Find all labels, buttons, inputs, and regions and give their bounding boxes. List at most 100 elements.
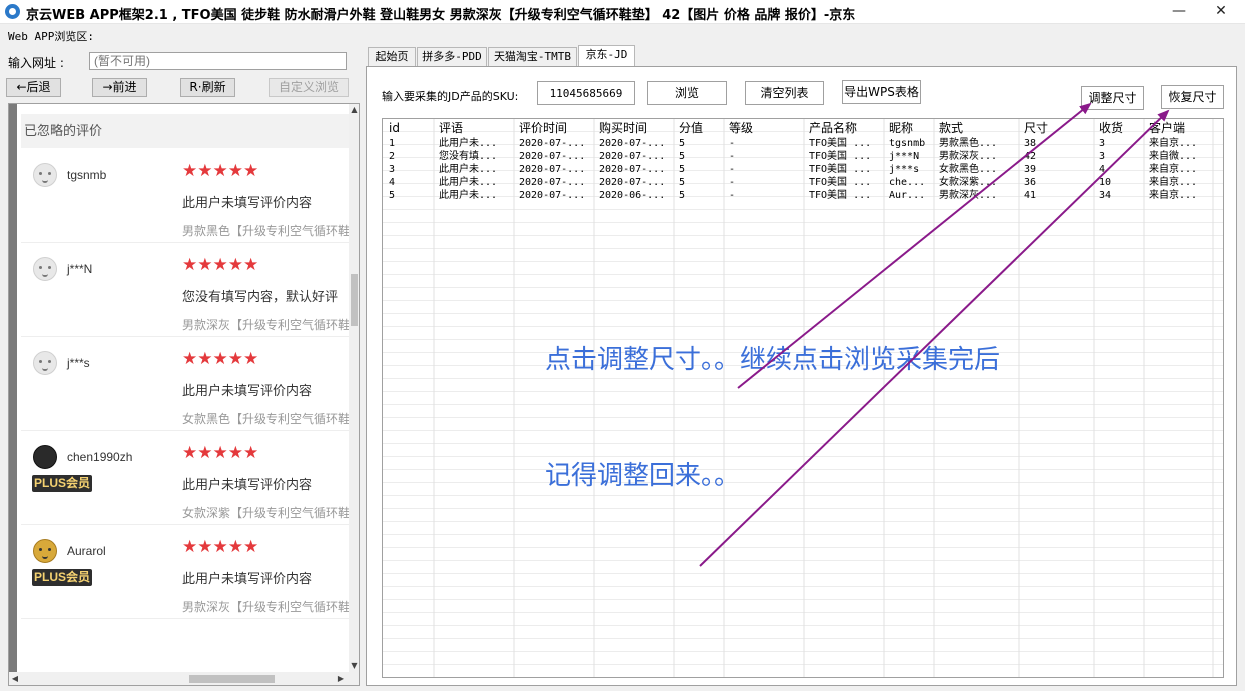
table-cell[interactable]: j***N xyxy=(889,150,919,163)
table-cell[interactable]: 5 xyxy=(679,137,685,150)
table-cell[interactable]: - xyxy=(729,189,735,202)
table-cell[interactable]: 男款深灰... xyxy=(939,150,997,163)
table-cell[interactable]: 女款黑色... xyxy=(939,163,997,176)
table-cell[interactable]: TFO美国 ... xyxy=(809,150,871,163)
column-header[interactable]: 款式 xyxy=(939,120,963,136)
table-cell[interactable]: 2020-07-... xyxy=(599,176,665,189)
forward-button[interactable]: →前进 xyxy=(92,78,147,97)
back-button[interactable]: ←后退 xyxy=(6,78,61,97)
table-cell[interactable]: 此用户未... xyxy=(439,189,497,202)
table-cell[interactable]: 2020-07-... xyxy=(599,150,665,163)
table-cell[interactable]: 女款深紫... xyxy=(939,176,997,189)
web-app-browser[interactable]: 已忽略的评价 tgsnmb ★★★★★ 此用户未填写评价内容 男款黑色【升级专利… xyxy=(8,103,360,686)
column-header[interactable]: 昵称 xyxy=(889,120,913,136)
table-cell[interactable]: 39 xyxy=(1024,163,1036,176)
table-cell[interactable]: tgsnmb xyxy=(889,137,925,150)
table-cell[interactable]: 41 xyxy=(1024,189,1036,202)
adjust-size-button[interactable]: 调整尺寸 xyxy=(1081,86,1144,110)
table-cell[interactable]: 2020-07-... xyxy=(599,137,665,150)
table-cell[interactable]: 2020-07-... xyxy=(519,189,585,202)
column-header[interactable]: 等级 xyxy=(729,120,753,136)
horizontal-scrollbar[interactable]: ◀ ▶ xyxy=(9,672,359,685)
table-cell[interactable]: 4 xyxy=(1099,163,1105,176)
table-cell[interactable]: 3 xyxy=(389,163,395,176)
table-cell[interactable]: TFO美国 ... xyxy=(809,176,871,189)
table-cell[interactable]: 此用户未... xyxy=(439,176,497,189)
url-input[interactable] xyxy=(89,52,347,70)
table-cell[interactable]: 4 xyxy=(389,176,395,189)
table-cell[interactable]: 38 xyxy=(1024,137,1036,150)
table-cell[interactable]: 2020-07-... xyxy=(519,150,585,163)
column-header[interactable]: 评价时间 xyxy=(519,120,567,136)
table-cell[interactable]: TFO美国 ... xyxy=(809,189,871,202)
tab-start[interactable]: 起始页 xyxy=(368,47,416,66)
table-cell[interactable]: 来自京... xyxy=(1149,176,1197,189)
table-cell[interactable]: 3 xyxy=(1099,137,1105,150)
vertical-scrollbar[interactable]: ▲ ▼ xyxy=(349,104,359,672)
table-cell[interactable]: 此用户未... xyxy=(439,137,497,150)
column-header[interactable]: 评语 xyxy=(439,120,463,136)
table-cell[interactable]: 2020-06-... xyxy=(599,189,665,202)
scroll-left-icon[interactable]: ◀ xyxy=(9,672,21,685)
reviews-table[interactable]: id 评语 评价时间 购买时间 分值 等级 产品名称 昵称 款式 尺寸 收货 客户端 1 此用户未... 2… xyxy=(382,118,1224,678)
table-cell[interactable]: j***s xyxy=(889,163,919,176)
table-cell[interactable]: 5 xyxy=(679,176,685,189)
restore-size-button[interactable]: 恢复尺寸 xyxy=(1161,85,1224,109)
column-header[interactable]: 收货 xyxy=(1099,120,1123,136)
table-cell[interactable]: 来自微... xyxy=(1149,150,1197,163)
column-header[interactable]: id xyxy=(389,120,400,136)
column-header[interactable]: 客户端 xyxy=(1149,120,1185,136)
table-cell[interactable]: 2020-07-... xyxy=(519,137,585,150)
sku-input[interactable] xyxy=(537,81,635,105)
minimize-button[interactable]: — xyxy=(1157,0,1201,24)
vertical-scroll-thumb[interactable] xyxy=(351,274,358,326)
table-cell[interactable]: Aur... xyxy=(889,189,925,202)
browse-button[interactable]: 浏览 xyxy=(647,81,727,105)
close-button[interactable]: ✕ xyxy=(1199,0,1243,24)
tab-tmtb[interactable]: 天猫淘宝-TMTB xyxy=(488,47,577,66)
scroll-down-icon[interactable]: ▼ xyxy=(349,660,359,672)
clear-list-button[interactable]: 清空列表 xyxy=(745,81,824,105)
table-cell[interactable]: 5 xyxy=(679,163,685,176)
table-cell[interactable]: 来自京... xyxy=(1149,189,1197,202)
column-header[interactable]: 购买时间 xyxy=(599,120,647,136)
export-wps-button[interactable]: 导出WPS表格 xyxy=(842,80,921,104)
table-cell[interactable]: 5 xyxy=(389,189,395,202)
table-cell[interactable]: - xyxy=(729,150,735,163)
table-cell[interactable]: 5 xyxy=(679,189,685,202)
table-cell[interactable]: 36 xyxy=(1024,176,1036,189)
review-item: j***s ★★★★★ 此用户未填写评价内容 女款黑色【升级专利空气循环鞋 xyxy=(21,337,349,431)
table-cell[interactable]: 3 xyxy=(1099,150,1105,163)
table-cell[interactable]: 2020-07-... xyxy=(519,176,585,189)
table-cell[interactable]: 男款黑色... xyxy=(939,137,997,150)
table-cell[interactable]: TFO美国 ... xyxy=(809,137,871,150)
table-cell[interactable]: 2 xyxy=(389,150,395,163)
table-cell[interactable]: - xyxy=(729,163,735,176)
table-cell[interactable]: - xyxy=(729,137,735,150)
table-cell[interactable]: 5 xyxy=(679,150,685,163)
table-cell[interactable]: - xyxy=(729,176,735,189)
custom-browse-button[interactable]: 自定义浏览 xyxy=(269,78,349,97)
table-cell[interactable]: 来自京... xyxy=(1149,137,1197,150)
scroll-right-icon[interactable]: ▶ xyxy=(335,672,347,685)
scroll-up-icon[interactable]: ▲ xyxy=(349,104,359,116)
table-cell[interactable]: 此用户未... xyxy=(439,163,497,176)
table-cell[interactable]: 34 xyxy=(1099,189,1111,202)
table-cell[interactable]: 2020-07-... xyxy=(519,163,585,176)
tab-pdd[interactable]: 拼多多-PDD xyxy=(417,47,487,66)
column-header[interactable]: 产品名称 xyxy=(809,120,857,136)
table-cell[interactable]: 来自京... xyxy=(1149,163,1197,176)
column-header[interactable]: 分值 xyxy=(679,120,703,136)
column-header[interactable]: 尺寸 xyxy=(1024,120,1048,136)
table-cell[interactable]: 42 xyxy=(1024,150,1036,163)
table-cell[interactable]: 10 xyxy=(1099,176,1111,189)
tab-jd[interactable]: 京东-JD xyxy=(578,45,635,66)
horizontal-scroll-thumb[interactable] xyxy=(189,675,275,683)
table-cell[interactable]: 1 xyxy=(389,137,395,150)
table-cell[interactable]: 您没有填... xyxy=(439,150,497,163)
refresh-button[interactable]: R·刷新 xyxy=(180,78,235,97)
table-cell[interactable]: 男款深灰... xyxy=(939,189,997,202)
table-cell[interactable]: TFO美国 ... xyxy=(809,163,871,176)
table-cell[interactable]: 2020-07-... xyxy=(599,163,665,176)
table-cell[interactable]: che... xyxy=(889,176,925,189)
